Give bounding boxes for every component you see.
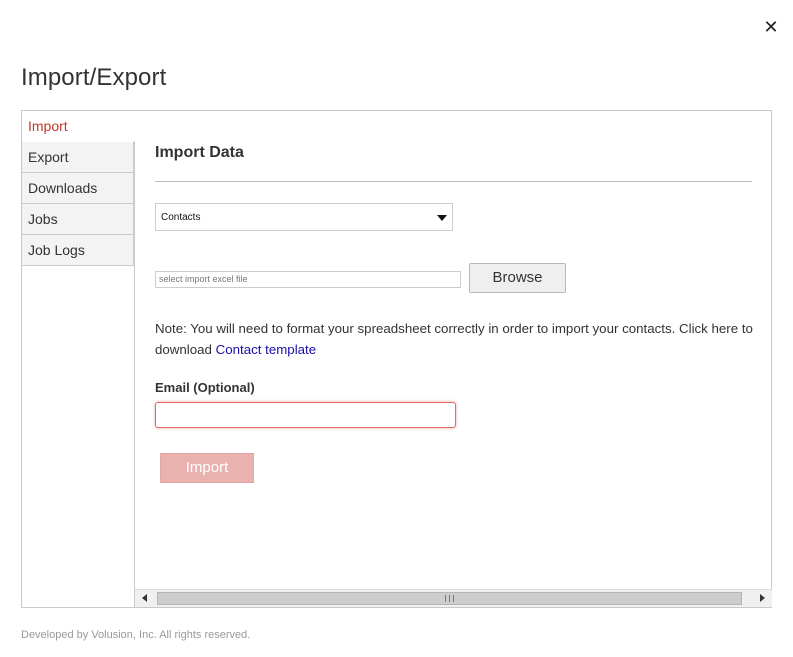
close-icon[interactable]: ✕ — [762, 18, 780, 36]
side-tabs: Import Export Downloads Jobs Job Logs — [22, 111, 134, 266]
divider — [155, 181, 752, 182]
section-title: Import Data — [155, 144, 244, 161]
import-button[interactable]: Import — [160, 453, 254, 483]
import-note: Note: You will need to format your sprea… — [155, 318, 760, 360]
email-field[interactable] — [155, 402, 456, 428]
import-export-panel: Import Export Downloads Jobs Job Logs Im… — [21, 110, 772, 608]
chevron-down-icon — [437, 215, 447, 221]
tab-jobs[interactable]: Jobs — [22, 204, 134, 235]
import-content: Import Data Contacts Browse Note: You wi… — [134, 141, 772, 607]
scrollbar-thumb[interactable] — [157, 592, 742, 605]
tab-import[interactable]: Import — [22, 111, 134, 142]
page-title: Import/Export — [21, 64, 167, 91]
import-type-select[interactable]: Contacts — [155, 203, 453, 231]
browse-button[interactable]: Browse — [469, 263, 566, 293]
import-content-scroll-area: Import Data Contacts Browse Note: You wi… — [135, 111, 772, 589]
footer-text: Developed by Volusion, Inc. All rights r… — [21, 629, 251, 641]
tab-export[interactable]: Export — [22, 142, 134, 173]
email-label: Email (Optional) — [155, 380, 255, 395]
tab-job-logs[interactable]: Job Logs — [22, 235, 134, 266]
horizontal-scrollbar[interactable] — [135, 589, 772, 607]
import-export-dialog: ✕ Import/Export Import Export Downloads … — [0, 0, 793, 657]
scroll-right-arrow-icon[interactable] — [760, 594, 765, 602]
tab-downloads[interactable]: Downloads — [22, 173, 134, 204]
grip-icon — [445, 595, 454, 602]
scroll-left-arrow-icon[interactable] — [142, 594, 147, 602]
import-file-input[interactable] — [155, 271, 461, 288]
import-type-value: Contacts — [161, 212, 201, 223]
contact-template-link[interactable]: Contact template — [216, 342, 317, 357]
